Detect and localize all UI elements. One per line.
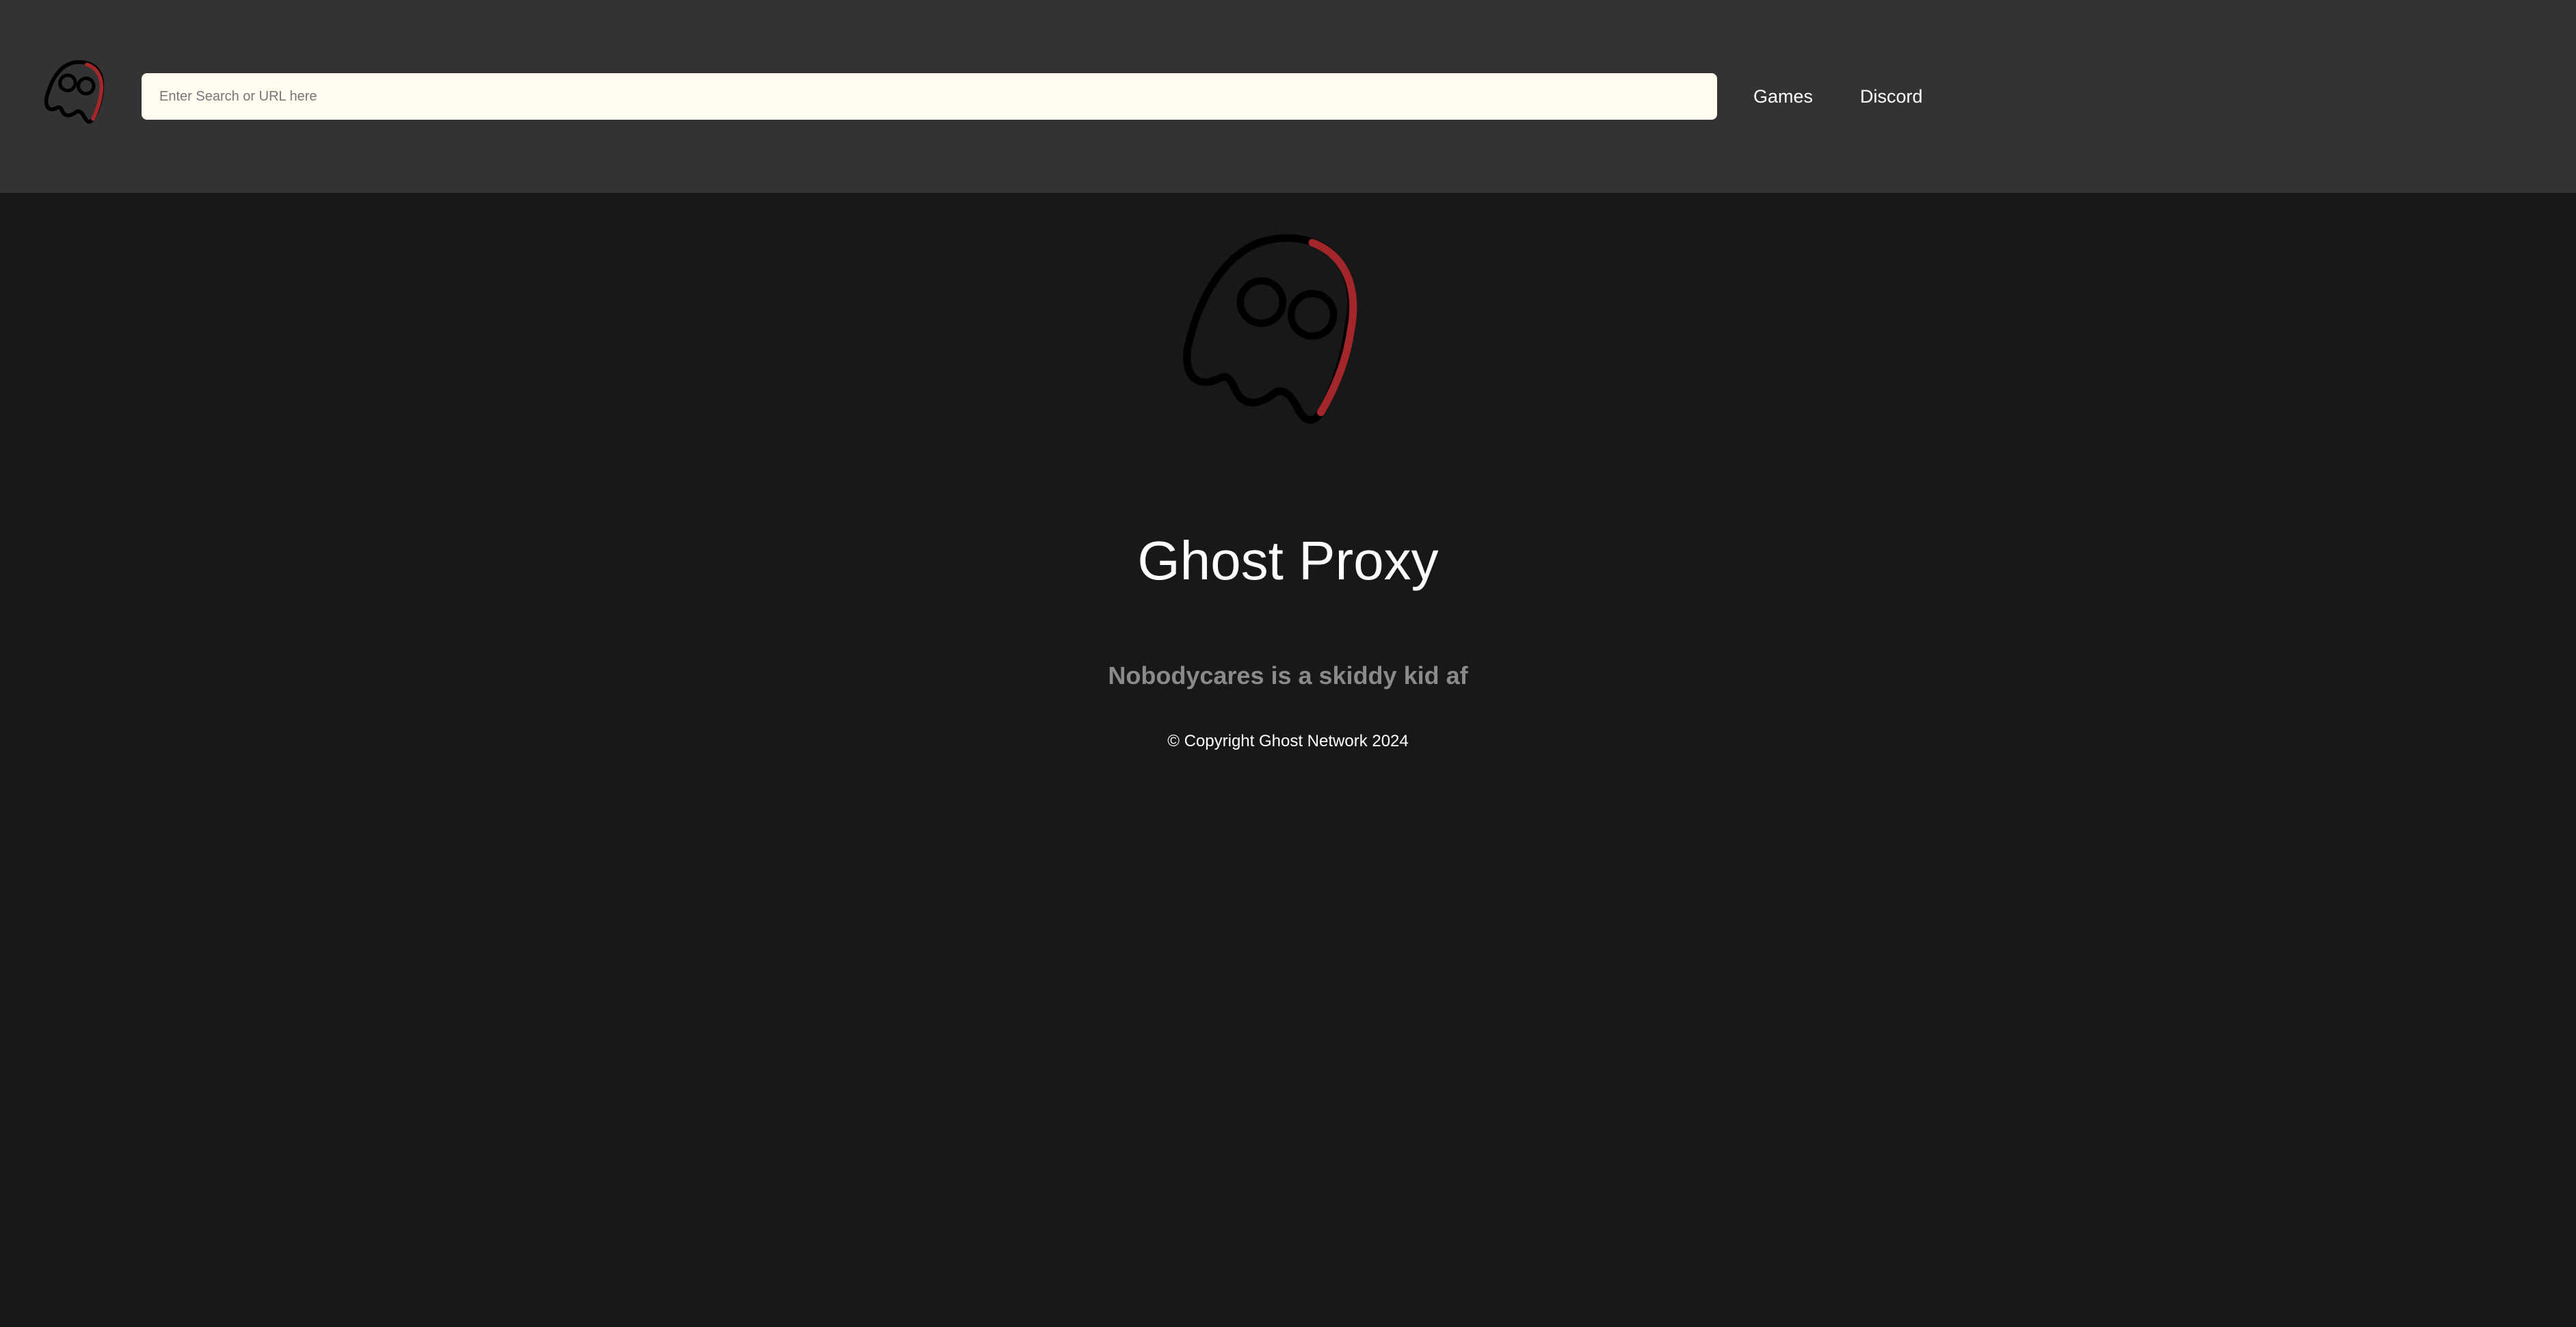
nav-link-discord[interactable]: Discord xyxy=(1860,81,1923,112)
tagline-text: Nobodycares is a skiddy kid af xyxy=(1108,661,1468,689)
top-navbar: Games Discord xyxy=(0,0,2576,193)
ghost-logo-icon[interactable] xyxy=(42,56,119,133)
search-input[interactable] xyxy=(142,73,1717,120)
page-title: Ghost Proxy xyxy=(1137,530,1439,591)
ghost-logo-icon xyxy=(1183,234,1357,424)
copyright-text: © Copyright Ghost Network 2024 xyxy=(1167,732,1409,750)
nav-link-games[interactable]: Games xyxy=(1753,81,1813,112)
